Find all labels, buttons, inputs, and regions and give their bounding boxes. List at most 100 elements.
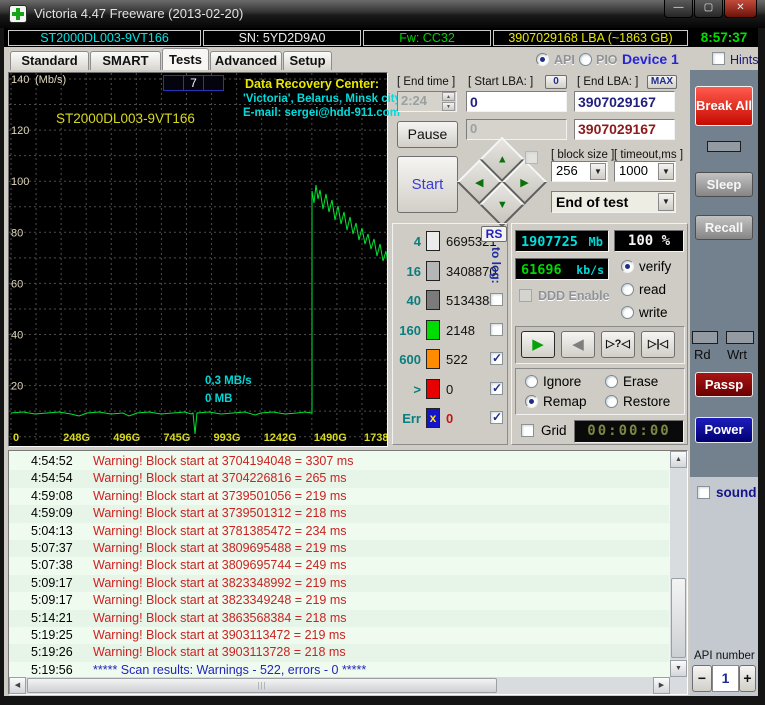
latency-row: 600 522 — [395, 346, 505, 375]
latency-color-block — [426, 231, 440, 251]
banner-line3: E-mail: sergei@hdd-911.com — [243, 107, 400, 119]
tab-standard[interactable]: Standard — [10, 51, 89, 70]
svg-text:1490G: 1490G — [314, 432, 347, 444]
banner-line2: 'Victoria', Belarus, Minsk city — [243, 93, 402, 105]
chevron-down-icon[interactable]: ▼ — [590, 163, 606, 180]
latency-color-block — [426, 290, 440, 310]
play-backward-button[interactable]: ◀ — [561, 331, 595, 358]
maximize-button[interactable]: ▢ — [694, 0, 723, 18]
latency-log-checkbox[interactable] — [490, 293, 503, 306]
pass-counter: 7 — [163, 75, 224, 91]
scroll-left-icon[interactable]: ◀ — [9, 677, 26, 694]
read-radio[interactable] — [621, 283, 634, 296]
log-time: 4:54:52 — [31, 454, 73, 468]
log-row: 5:19:26 Warning! Block start at 390311372… — [9, 644, 669, 662]
svg-text:993G: 993G — [214, 432, 241, 444]
hints-checkbox[interactable] — [712, 52, 725, 65]
start-lba-input[interactable] — [466, 91, 567, 112]
butterfly-scan-button[interactable]: ▷|◁ — [641, 331, 675, 358]
latency-log-checkbox[interactable] — [490, 410, 503, 424]
api-radio[interactable] — [536, 53, 549, 66]
log-message: Warning! Block start at 3823349248 = 219… — [93, 593, 347, 608]
tab-tests[interactable]: Tests — [162, 48, 209, 70]
break-all-button[interactable]: Break All — [695, 86, 753, 126]
latency-bucket-label: 4 — [413, 234, 421, 249]
block-size-value: 256 — [556, 163, 578, 178]
latency-log-checkbox[interactable] — [490, 381, 503, 395]
pass-counter-cell — [163, 75, 184, 91]
minimize-button[interactable]: — — [664, 0, 693, 18]
app-icon — [9, 5, 27, 23]
latency-bucket-label: Err — [402, 411, 421, 426]
end-time-spinner[interactable]: 2:24 ▲ ▼ — [397, 91, 457, 112]
speed-unit: kb/s — [576, 263, 604, 277]
pio-radio[interactable] — [579, 53, 592, 66]
tab-advanced[interactable]: Advanced — [210, 51, 282, 70]
sound-checkbox[interactable] — [697, 486, 710, 499]
spin-down-icon[interactable]: ▼ — [442, 102, 455, 111]
v-scrollbar[interactable]: ▲ ▼ — [670, 451, 687, 677]
max-lba-button[interactable]: MAX — [647, 75, 677, 89]
block-size-select[interactable]: 256 ▼ — [551, 161, 608, 182]
scroll-right-icon[interactable]: ▶ — [653, 677, 670, 694]
svg-text:248G: 248G — [63, 432, 90, 444]
scroll-up-icon[interactable]: ▲ — [670, 451, 687, 468]
restore-radio[interactable] — [605, 395, 618, 408]
end-time-value: 2:24 — [401, 93, 428, 108]
start-button[interactable]: Start — [397, 156, 458, 213]
grid-checkbox[interactable] — [521, 424, 534, 437]
latency-color-block: x — [426, 408, 440, 428]
ignore-radio[interactable] — [525, 375, 538, 388]
verify-radio[interactable] — [621, 260, 634, 273]
rs-button[interactable]: RS — [481, 226, 507, 242]
random-scan-button[interactable]: ▷?◁ — [601, 331, 635, 358]
latency-log-checkbox[interactable] — [490, 322, 503, 336]
write-radio[interactable] — [621, 306, 634, 319]
svg-text:1242G: 1242G — [264, 432, 297, 444]
tab-setup[interactable]: Setup — [283, 51, 332, 70]
grid-label: Grid — [541, 423, 567, 438]
position-unit: Mb — [588, 235, 603, 249]
hints-label: Hints — [730, 53, 759, 67]
spin-up-icon[interactable]: ▲ — [442, 92, 455, 101]
recall-button[interactable]: Recall — [695, 215, 753, 240]
dpad-up-icon: ▲ — [496, 153, 508, 166]
ignore-label: Ignore — [543, 374, 582, 389]
erase-radio[interactable] — [605, 375, 618, 388]
end-action-select[interactable]: End of test ▼ — [551, 191, 676, 213]
start-lba-zero-button[interactable]: 0 — [545, 75, 567, 89]
drive-capacity: 3907029168 LBA (~1863 GB) — [493, 30, 688, 46]
log-time: 5:04:13 — [31, 523, 73, 538]
end-lba-input[interactable] — [574, 91, 675, 112]
api-number-plus-button[interactable]: + — [739, 665, 756, 692]
log-row: 4:59:08 Warning! Block start at 373950105… — [9, 488, 669, 505]
chevron-down-icon[interactable]: ▼ — [658, 163, 674, 180]
timeout-select[interactable]: 1000 ▼ — [614, 161, 676, 182]
verify-label: verify — [639, 259, 672, 274]
pause-button[interactable]: Pause — [397, 121, 458, 148]
h-scrollbar[interactable]: ◀ ||| ▶ — [9, 677, 670, 694]
play-forward-button[interactable]: ▶ — [521, 331, 555, 358]
banner-line1: Data Recovery Center: — [245, 77, 380, 91]
h-scrollbar-thumb[interactable]: ||| — [27, 678, 497, 693]
remap-radio[interactable] — [525, 395, 538, 408]
sleep-button[interactable]: Sleep — [695, 172, 753, 197]
power-button[interactable]: Power — [695, 417, 753, 443]
v-scrollbar-thumb[interactable] — [671, 578, 686, 658]
close-button[interactable]: ✕ — [724, 0, 757, 18]
passp-button[interactable]: Passp — [695, 372, 753, 397]
log-message: Warning! Block start at 3903113472 = 219… — [93, 627, 346, 642]
api-label: API — [554, 53, 575, 67]
chevron-down-icon[interactable]: ▼ — [658, 193, 674, 211]
log-message: Warning! Block start at 3823348992 = 219… — [93, 575, 347, 590]
scroll-down-icon[interactable]: ▼ — [670, 660, 687, 677]
position-lcd: 1907725 Mb — [515, 230, 609, 252]
latency-log-checkbox[interactable] — [490, 351, 503, 365]
dpad-checkbox[interactable] — [525, 151, 538, 164]
percent-lcd: 100 % — [614, 230, 684, 252]
event-log: 4:54:52 Warning! Block start at 370419404… — [8, 450, 688, 695]
api-number-minus-button[interactable]: − — [692, 665, 712, 692]
tab-smart[interactable]: SMART — [90, 51, 161, 70]
log-row: 5:07:38 Warning! Block start at 380969574… — [9, 557, 669, 574]
latency-count: 0 — [446, 411, 454, 426]
